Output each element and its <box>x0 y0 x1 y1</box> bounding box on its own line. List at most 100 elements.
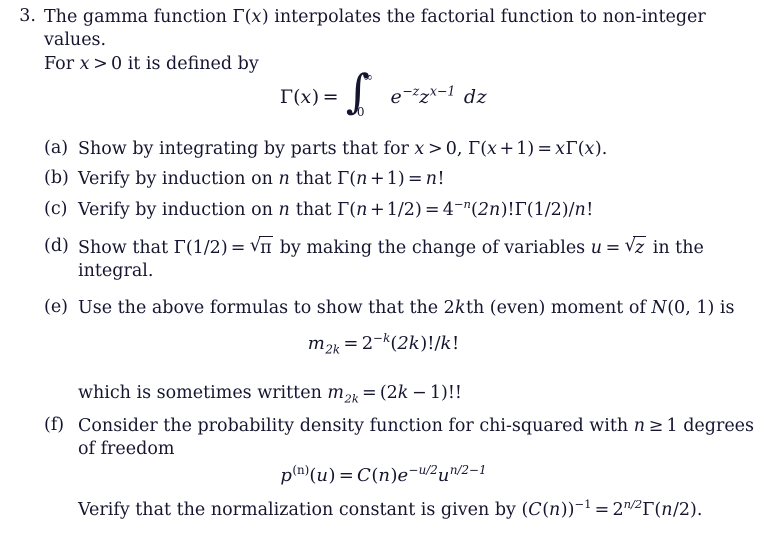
two-literal: 2 <box>612 500 624 520</box>
moment-subscript: 2k <box>344 391 359 406</box>
variable-n-2: n <box>356 200 368 220</box>
constant-symbol-C: C <box>357 465 371 486</box>
inverse-exponent: −1 <box>574 497 592 512</box>
exponential-e: e <box>397 465 409 486</box>
item-body-c: Verify by induction on n that Γ(n +1/2) = 4… <box>78 197 594 220</box>
item-label-a: (a) <box>44 138 69 158</box>
factorial-slash: )!/ <box>420 333 441 354</box>
variable-n-3: n <box>425 169 437 189</box>
variable-x: x <box>251 7 262 27</box>
radical-icon-2: √ <box>624 235 637 256</box>
sqrt-pi: √ π <box>249 235 274 260</box>
item-label-e: (e) <box>44 297 69 317</box>
e-exponent: −u/2 <box>408 463 438 477</box>
exponential-e: e <box>390 86 402 108</box>
gamma-symbol-2: Γ <box>514 200 527 220</box>
variable-x: x <box>414 139 425 159</box>
factorial-sign-2: ! <box>586 200 594 220</box>
one-literal: 1 <box>386 169 398 189</box>
two-k-term: 2k <box>397 333 420 354</box>
constant-symbol-C: C <box>528 500 542 520</box>
moment-subscript: 2k <box>325 342 341 357</box>
sometimes-written-text: which is sometimes written <box>78 383 328 403</box>
four-literal: 4 <box>442 200 454 220</box>
gamma-symbol: Γ <box>337 169 350 189</box>
variable-x-4: x <box>584 139 595 159</box>
problem-line1-text-a: The gamma function <box>44 7 233 27</box>
verify-normalization-line: Verify that the normalization constant i… <box>78 497 703 520</box>
equals-sign: = <box>362 383 377 403</box>
variable-k: k <box>397 383 409 403</box>
variable-n: n <box>549 500 561 520</box>
equals-sign: = <box>338 465 354 486</box>
that-word: that <box>290 169 338 189</box>
equals-sign: = <box>343 333 359 354</box>
list-item-d: (d) Show that Γ(1/2) = √ π by making the ch… <box>44 235 764 284</box>
item-e-tail: is <box>714 298 735 318</box>
normal-distribution-params: (0, 1) <box>667 298 715 318</box>
item-a-text: Show by integrating by parts that for <box>78 139 415 159</box>
moment-symbol-m: m <box>307 333 325 354</box>
document-page: 3. The gamma function Γ(x) interpolates … <box>0 0 767 537</box>
gamma-symbol-eq: Γ <box>279 86 294 108</box>
lparen-two: (2 <box>379 383 398 403</box>
integral-upper-limit: ∞ <box>362 70 373 84</box>
normalization-tail: /2). <box>673 500 703 520</box>
double-factorial-sign: )!! <box>441 383 462 403</box>
lparen: ( <box>293 86 301 108</box>
gamma-symbol: Γ <box>173 238 186 258</box>
two-exponent: n/2 <box>623 497 643 512</box>
variable-u-2: u <box>437 465 450 486</box>
item-f-continuation: of freedom <box>78 439 175 460</box>
problem-statement: 3. The gamma function Γ(x) interpolates … <box>10 6 762 76</box>
problem-number: 3. <box>19 6 36 26</box>
plus-operator: + <box>370 169 385 189</box>
list-item-f: (f) Consider the probability density fun… <box>44 415 764 462</box>
item-label-f: (f) <box>44 415 65 435</box>
variable-n: n <box>633 416 646 436</box>
greater-than-operator: > <box>427 139 443 159</box>
p-superscript-n: (n) <box>292 463 310 477</box>
greater-than-operator: > <box>93 53 108 74</box>
two-n-term: 2n <box>477 200 501 220</box>
list-item-e: (e) Use the above formulas to show that … <box>44 297 764 320</box>
variable-x-3: x <box>555 139 566 159</box>
variable-k: k <box>454 298 466 318</box>
density-symbol-p: p <box>280 465 292 486</box>
z-exponent: x−1 <box>429 83 456 99</box>
one-half: 1/2 <box>386 200 415 220</box>
one-literal: 1 <box>516 139 528 159</box>
variable-x-eq: x <box>300 86 312 108</box>
item-e-text: Use the above formulas to show that the … <box>78 298 455 318</box>
variable-u: u <box>316 465 328 486</box>
gamma-symbol: Γ <box>642 500 655 520</box>
item-f-text: Consider the probability density functio… <box>78 416 634 436</box>
item-body-a: Show by integrating by parts that for x >… <box>78 139 608 159</box>
equation-even-moment: m2k = 2−k(2k)!/k! <box>0 332 767 357</box>
period: . <box>601 139 608 159</box>
list-item-c: (c) Verify by induction on n that Γ(n +1/… <box>44 197 764 222</box>
sometimes-written-line: which is sometimes written m2k = (2k −1)!! <box>78 383 758 406</box>
item-body-b: Verify by induction on n that Γ(n +1) = n! <box>78 169 445 189</box>
two-literal: 2 <box>361 333 374 354</box>
moment-symbol-m: m <box>327 383 345 403</box>
integral-sign-with-limits: ∫ ∞ 0 <box>346 68 380 122</box>
item-body-f: Consider the probability density functio… <box>78 415 764 462</box>
item-label-d: (d) <box>44 236 69 256</box>
gamma-symbol-2: Γ <box>565 139 578 159</box>
item-body-e: Use the above formulas to show that the … <box>78 297 764 320</box>
variable-u: u <box>590 238 602 258</box>
variable-n: n <box>278 169 290 189</box>
equals-sign-2: = <box>605 238 621 258</box>
one-half: 1/2 <box>192 238 221 258</box>
plus-operator: + <box>370 200 385 220</box>
variable-z: z <box>634 238 645 258</box>
item-label-c: (c) <box>44 199 68 219</box>
lparen: ( <box>542 500 550 520</box>
variable-n: n <box>378 465 390 486</box>
radical-icon: √ <box>249 235 262 256</box>
differential-d: d <box>463 86 477 108</box>
variable-x-2: x <box>487 139 497 159</box>
that-word: that <box>290 200 338 220</box>
list-item-b: (b) Verify by induction on n that Γ(n +1)… <box>44 168 764 191</box>
